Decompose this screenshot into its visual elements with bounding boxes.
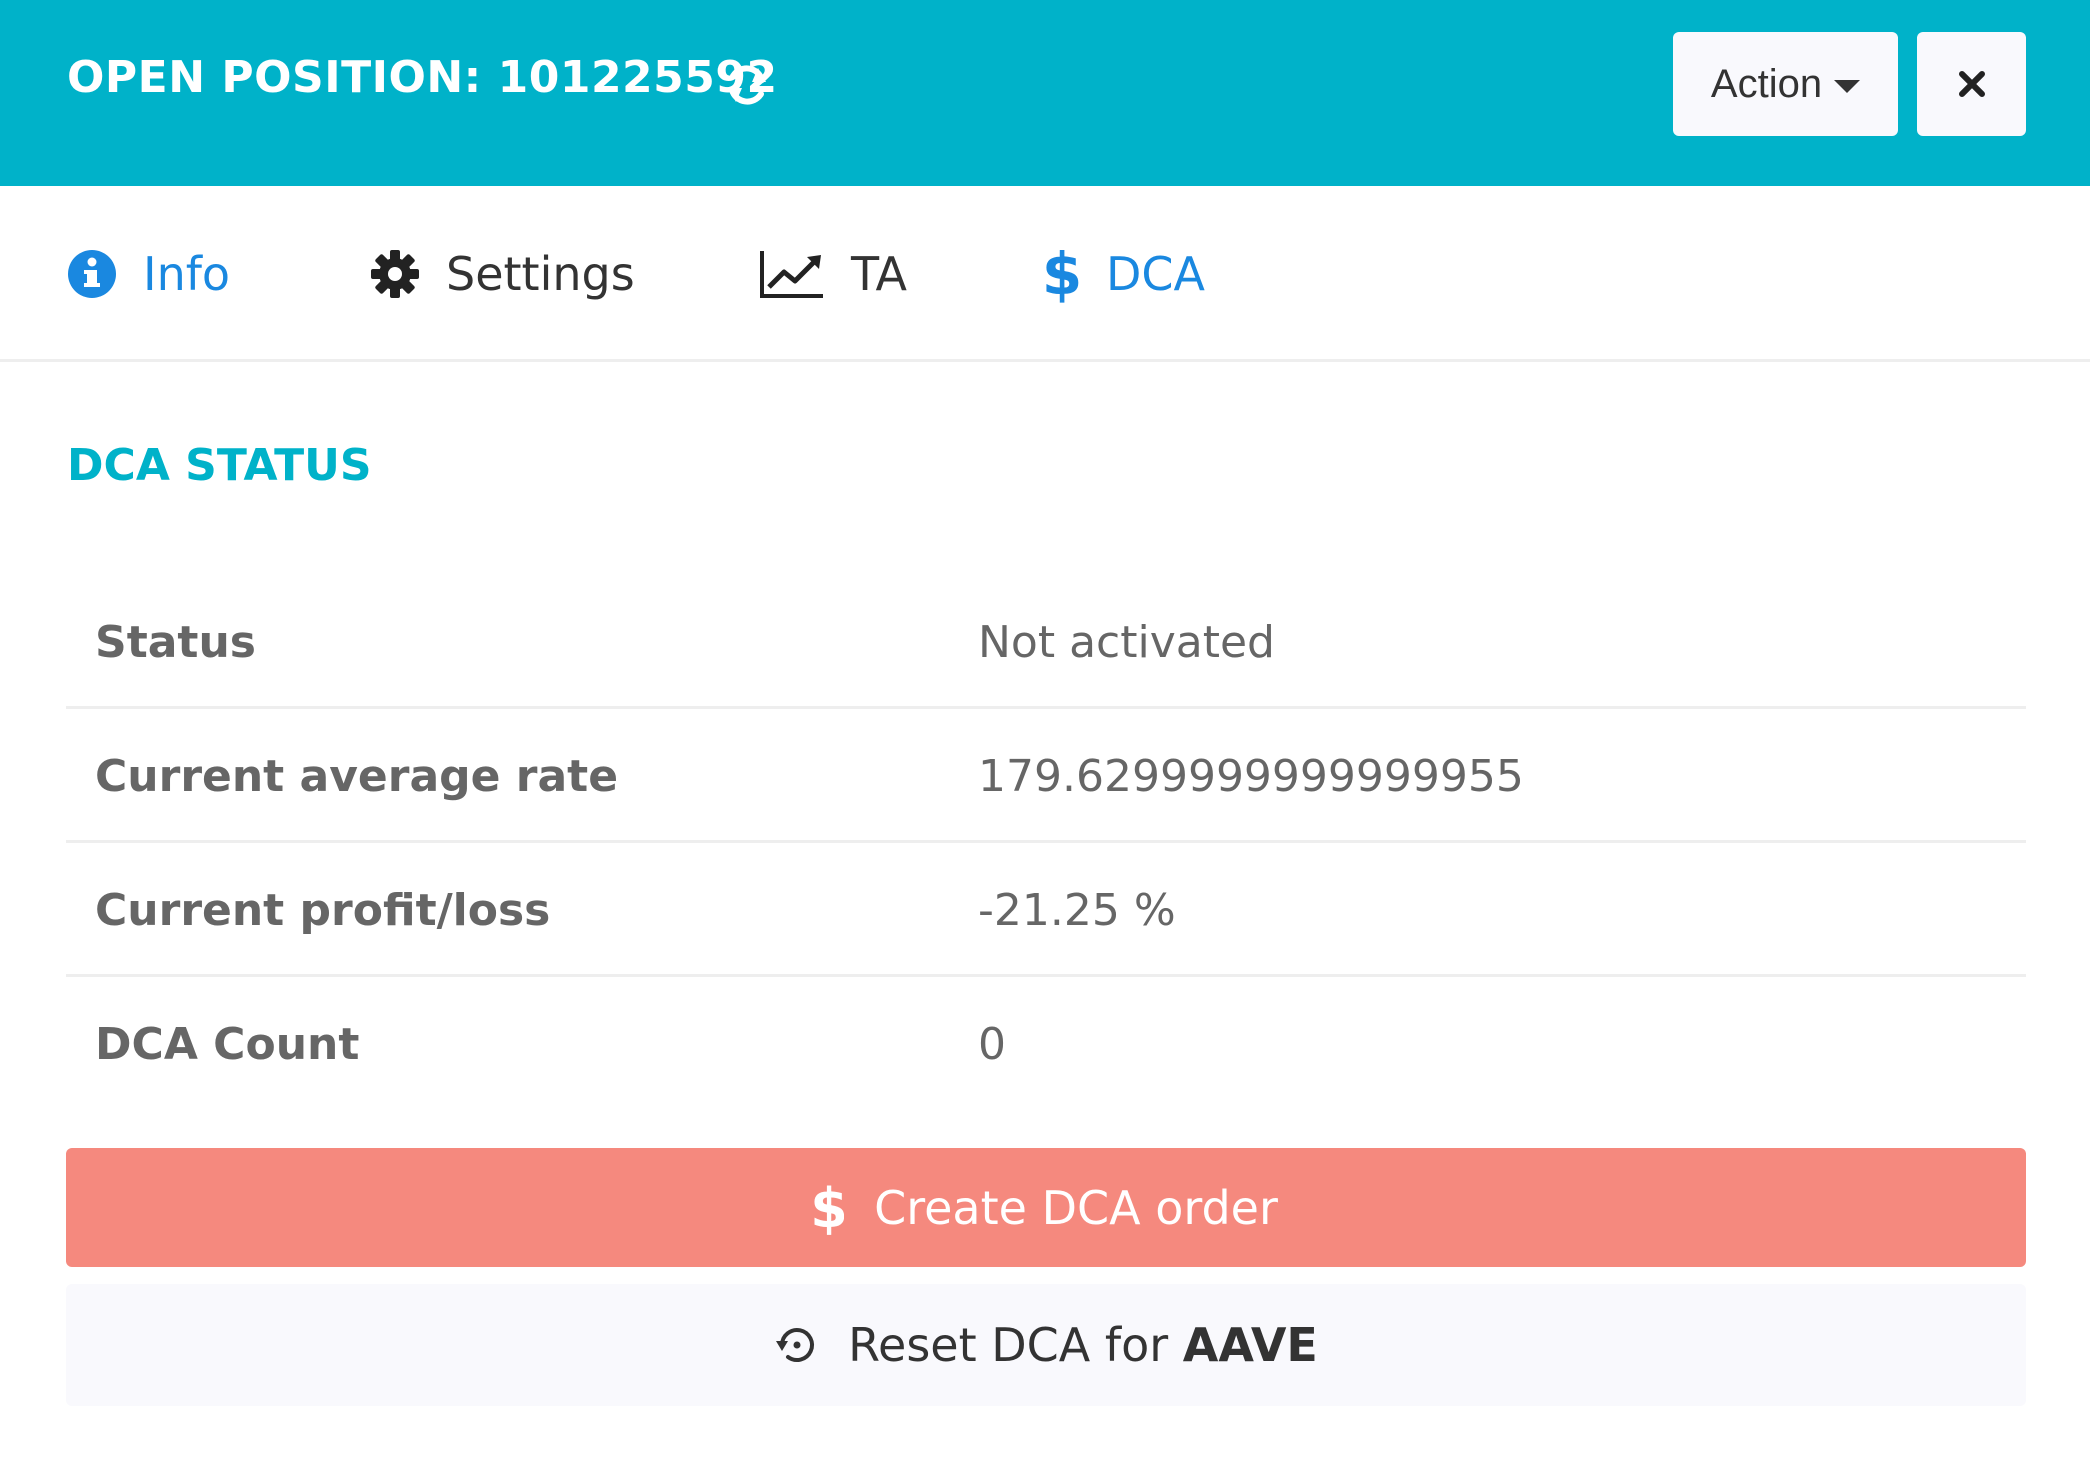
reset-dca-label: Reset DCA for AAVE [848, 1318, 1318, 1372]
page-title: OPEN POSITION: 101225592 [67, 52, 778, 103]
info-icon [68, 250, 116, 298]
refresh-icon[interactable] [722, 60, 772, 110]
tab-settings-label: Settings [446, 247, 635, 301]
dca-status-table: Status Not activated Current average rat… [66, 575, 2026, 1111]
tab-info-label: Info [143, 247, 231, 301]
row-label: Status [95, 616, 256, 668]
dollar-icon: $ [814, 1180, 844, 1236]
row-value: -21.25 % [978, 884, 1176, 936]
reset-dca-prefix: Reset DCA for [848, 1318, 1183, 1372]
tab-ta-label: TA [851, 247, 907, 301]
section-title: DCA STATUS [67, 440, 372, 491]
tab-dca[interactable]: $ DCA [1044, 242, 1205, 306]
history-icon [776, 1328, 815, 1362]
table-row: DCA Count 0 [66, 977, 2026, 1111]
gear-icon [371, 250, 419, 298]
action-dropdown-button[interactable]: Action [1673, 32, 1898, 136]
modal-header: OPEN POSITION: 101225592 Action [0, 0, 2090, 186]
reset-dca-button[interactable]: Reset DCA for AAVE [66, 1284, 2026, 1406]
create-dca-order-label: Create DCA order [874, 1180, 1278, 1235]
action-button-label: Action [1710, 61, 1823, 106]
row-label: Current average rate [95, 750, 619, 802]
dollar-icon: $ [1044, 244, 1080, 304]
svg-text:$: $ [814, 1180, 844, 1236]
close-icon [1958, 71, 1985, 97]
reset-dca-symbol: AAVE [1182, 1318, 1318, 1372]
close-button[interactable] [1917, 32, 2026, 136]
row-label: DCA Count [95, 1018, 360, 1070]
tab-bar: Info Settings TA $ DCA [0, 186, 2090, 362]
tab-info[interactable]: Info [67, 242, 230, 306]
row-label: Current profit/loss [95, 884, 551, 936]
chart-line-icon [760, 251, 823, 298]
table-row: Current average rate 179.629999999999995… [66, 709, 2026, 843]
svg-text:$: $ [1044, 244, 1080, 304]
tab-ta[interactable]: TA [759, 242, 907, 306]
table-row: Status Not activated [66, 575, 2026, 709]
row-value: Not activated [978, 616, 1275, 668]
row-value: 179.6299999999999955 [978, 750, 1524, 802]
table-row: Current profit/loss -21.25 % [66, 843, 2026, 977]
caret-down-icon [1834, 79, 1861, 93]
row-value: 0 [978, 1018, 1006, 1070]
tab-dca-label: DCA [1106, 247, 1206, 301]
create-dca-order-button[interactable]: $ Create DCA order [66, 1148, 2026, 1267]
tab-settings[interactable]: Settings [370, 242, 635, 306]
